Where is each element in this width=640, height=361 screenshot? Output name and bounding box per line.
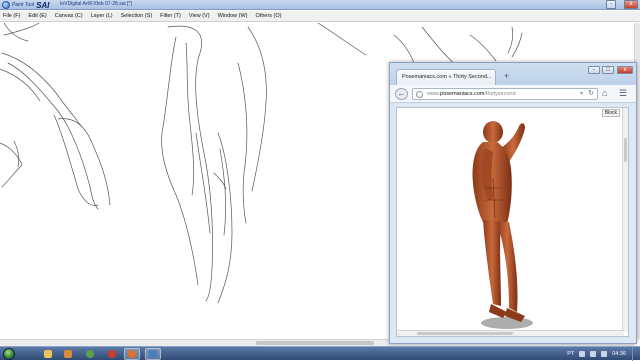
menu-selection[interactable]: Selection (S) [121,13,153,19]
taskbar-media-icon[interactable] [60,348,76,360]
sai-menubar: File (F) Edit (E) Canvas (C) Layer (L) S… [0,11,640,22]
menu-layer[interactable]: Layer (L) [91,13,113,19]
taskbar-opera-icon[interactable] [104,348,120,360]
sai-app-name: SAI [36,0,50,10]
page-vertical-scrollbar[interactable] [622,108,628,332]
anatomy-figure-image [472,121,533,329]
taskbar: PT 04:36 [0,346,640,361]
sai-minimize-button[interactable]: - [606,0,616,9]
tray-network-icon[interactable] [579,351,586,357]
browser-minimize-button[interactable]: - [588,66,600,74]
sai-logo: Paint Tool SAI [2,0,49,10]
menu-edit[interactable]: Edit (E) [28,13,46,19]
browser-tab-posemaniacs[interactable]: Posemaniacs.com » Thirty Second... [396,69,496,85]
menu-filter[interactable]: Filter (T) [160,13,181,19]
taskbar-firefox-icon[interactable] [124,348,140,360]
browser-window: Posemaniacs.com » Thirty Second... + - □… [389,62,637,344]
back-icon[interactable]: ← [395,88,408,100]
sai-title-bar: Paint Tool SAI InVDigital Art\FXfeb 07-2… [0,0,640,10]
browser-tabbar: Posemaniacs.com » Thirty Second... + - □… [390,63,636,85]
sai-close-button[interactable]: x [624,0,638,9]
show-desktop-button[interactable] [632,347,640,361]
sai-orb-icon [2,1,10,9]
browser-close-button[interactable]: x [617,66,633,74]
reload-icon[interactable]: ↻ [588,89,594,99]
menu-file[interactable]: File (F) [3,13,20,19]
url-dropdown-icon[interactable]: ▾ [580,89,583,99]
system-tray: PT 04:36 [567,347,626,361]
new-tab-button[interactable]: + [504,71,509,81]
browser-navbar: ← www.posemaniacs.com/thirtysecond ▾ ↻ ⌂… [390,85,636,103]
taskbar-sai-icon[interactable] [145,348,161,360]
sai-app-subtitle: Paint Tool [12,2,35,8]
tray-volume-icon[interactable] [590,351,597,357]
url-path: /thirtysecond [484,91,516,97]
document-title: InVDigital Art\FXfeb 07-28.sai [*] [60,1,132,7]
page-block-badge[interactable]: Block [601,109,620,117]
page-horizontal-scroll-thumb[interactable] [417,332,513,335]
url-prefix: www. [427,91,441,97]
menu-window[interactable]: Window (W) [218,13,248,19]
taskbar-chrome-icon[interactable] [82,348,98,360]
globe-icon [416,91,423,98]
start-button[interactable] [3,348,15,360]
canvas-scroll-thumb[interactable] [256,341,374,345]
browser-maximize-button[interactable]: □ [602,66,614,74]
menu-canvas[interactable]: Canvas (C) [55,13,83,19]
menu-icon[interactable]: ☰ [619,88,627,99]
url-bar[interactable]: www.posemaniacs.com/thirtysecond ▾ ↻ [412,88,598,100]
home-icon[interactable]: ⌂ [602,88,607,98]
page-vertical-scroll-thumb[interactable] [624,138,627,162]
page-horizontal-scrollbar[interactable] [397,330,624,336]
taskbar-folder-icon[interactable] [40,348,56,360]
menu-others[interactable]: Others (O) [256,13,282,19]
language-indicator[interactable]: PT [567,351,574,357]
menu-view[interactable]: View (V) [189,13,210,19]
clock[interactable]: 04:36 [612,351,626,357]
url-host: posemaniacs.com [440,91,485,97]
page-content: Block [396,107,629,337]
tray-flag-icon[interactable] [601,351,608,357]
